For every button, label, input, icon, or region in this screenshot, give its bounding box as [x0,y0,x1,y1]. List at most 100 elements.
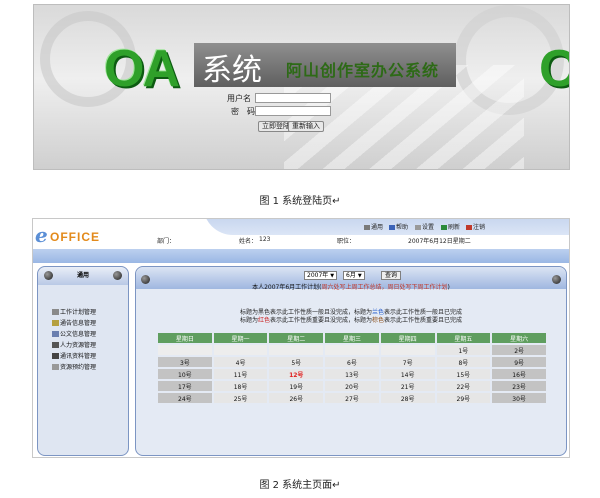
help-icon [389,225,395,230]
eoffice-logo-text: OFFICE [50,230,100,244]
dept-label: 部门： [157,238,176,245]
documents-icon [52,331,59,337]
calendar-header-row: 星期日 星期一 星期二 星期三 星期四 星期五 星期六 [158,333,546,343]
calendar-empty-cell [269,345,324,355]
calendar-day-cell[interactable]: 30号 [492,393,546,403]
calendar-day-cell[interactable]: 1号 [436,345,491,355]
calendar-header-cell: 星期四 [380,333,435,343]
calendar-day-cell[interactable]: 3号 [158,357,212,367]
calendar-day-cell[interactable]: 14号 [380,369,435,379]
eoffice-logo-e: e [35,223,48,247]
calendar-day-cell[interactable]: 24号 [158,393,212,403]
calendar-day-cell[interactable]: 17号 [158,381,212,391]
name-label: 姓名： [239,238,258,245]
system-title: 系统 [202,53,262,88]
calendar-empty-cell [325,345,379,355]
calendar-week-row: 3号 4号 5号 6号 7号 8号 9号 [158,357,546,367]
sidebar-item-booking[interactable]: 资源预约管理 [52,362,96,371]
sidebar-ball-right-icon [113,271,122,280]
sidebar-item-work-plan[interactable]: 工作计划管理 [52,307,96,316]
calendar-day-cell[interactable]: 29号 [436,393,491,403]
hr-icon [52,342,59,348]
calendar-day-cell[interactable]: 9号 [492,357,546,367]
sidebar-item-contacts[interactable]: 通讯资料管理 [52,351,96,360]
toolbar-logout[interactable]: 注销 [466,222,485,231]
notice-icon [52,320,59,326]
calendar-header-cell: 星期二 [269,333,324,343]
booking-icon [52,364,59,370]
calendar-day-cell[interactable]: 12号 [269,369,324,379]
username-label: 用户名 [227,94,251,103]
calendar-week-row: 1号 2号 [158,345,546,355]
calendar-day-cell[interactable]: 26号 [269,393,324,403]
figure2-caption: 图 2 系统主页面↵ [259,480,341,491]
header-divider-bar [33,249,569,263]
current-date: 2007年6月12日星期二 [408,238,471,245]
password-input[interactable] [255,106,331,116]
contacts-icon [52,353,59,359]
calendar-empty-cell [158,345,212,355]
refresh-icon [441,225,447,230]
sidebar-item-notice[interactable]: 通告信息管理 [52,318,96,327]
month-select[interactable]: 6月 ▼ [343,271,365,280]
main-page-screenshot: e OFFICE 通用 帮助 设置 刷新 注销 部门： 姓名： 123 职位： … [32,218,570,458]
calendar-day-cell[interactable]: 6号 [325,357,379,367]
figure1-caption: 图 1 系统登陆页↵ [259,196,341,207]
calendar-week-row: 17号 18号 19号 20号 21号 22号 23号 [158,381,546,391]
calendar-day-cell[interactable]: 20号 [325,381,379,391]
toolbar-help[interactable]: 帮助 [389,222,408,231]
username-input[interactable] [255,93,331,103]
calendar-day-cell[interactable]: 4号 [213,357,268,367]
sidebar-item-hr[interactable]: 人力资源管理 [52,340,96,349]
toolbar-general[interactable]: 通用 [364,222,383,231]
calendar-day-cell[interactable]: 25号 [213,393,268,403]
login-page-screenshot: OA O 系统 阿山创作室办公系统 用户名 密 码 立即登陆 重新输入 [33,4,570,170]
calendar-header-cell: 星期三 [325,333,379,343]
sidebar-ball-left-icon [44,271,53,280]
calendar-week-row: 24号 25号 26号 27号 28号 29号 30号 [158,393,546,403]
sidebar-item-documents[interactable]: 公文信息管理 [52,329,96,338]
calendar-day-cell[interactable]: 22号 [436,381,491,391]
plan-line: 本人2007年6月工作计划(周六处写上周工作总结，周日处写下周工作计划) [252,284,450,291]
general-icon [364,225,370,230]
calendar-day-cell[interactable]: 28号 [380,393,435,403]
calendar-day-cell[interactable]: 10号 [158,369,212,379]
calendar-day-cell[interactable]: 16号 [492,369,546,379]
calendar-day-cell[interactable]: 23号 [492,381,546,391]
sidebar-panel: 通用 工作计划管理 通告信息管理 公文信息管理 人力资源管理 通讯资料管理 资源… [37,266,129,456]
calendar-header-cell: 星期六 [492,333,546,343]
calendar-empty-cell [213,345,268,355]
calendar-empty-cell [380,345,435,355]
calendar-day-cell[interactable]: 15号 [436,369,491,379]
calendar-day-cell[interactable]: 8号 [436,357,491,367]
work-plan-icon [52,309,59,315]
toolbar-refresh[interactable]: 刷新 [441,222,460,231]
app-header: e OFFICE 通用 帮助 设置 刷新 注销 部门： 姓名： 123 职位： … [33,219,569,249]
calendar-week-row: 10号 11号 12号 13号 14号 15号 16号 [158,369,546,379]
calendar-day-cell[interactable]: 11号 [213,369,268,379]
oa-logo: OA [104,40,180,98]
legend-line-2: 标题为红色表示此工作性质重要且没完成，标题为棕色表示此工作性质重要且已完成 [239,317,463,324]
company-name: 阿山创作室办公系统 [286,61,440,80]
calendar-day-cell[interactable]: 27号 [325,393,379,403]
reset-button[interactable]: 重新输入 [288,121,324,132]
header-swoosh [203,219,569,235]
calendar-day-cell[interactable]: 2号 [492,345,546,355]
calendar-header-cell: 星期五 [436,333,491,343]
calendar-day-cell[interactable]: 7号 [380,357,435,367]
calendar-header-cell: 星期日 [158,333,212,343]
oa-logo-partial: O [539,39,569,99]
year-select[interactable]: 2007年 ▼ [304,271,338,280]
calendar-day-cell[interactable]: 21号 [380,381,435,391]
calendar-day-cell[interactable]: 18号 [213,381,268,391]
calendar-day-cell[interactable]: 5号 [269,357,324,367]
position-label: 职位： [337,238,356,245]
calendar-day-cell[interactable]: 13号 [325,369,379,379]
calendar-day-cell[interactable]: 19号 [269,381,324,391]
calendar-table: 星期日 星期一 星期二 星期三 星期四 星期五 星期六 1号 2号 3号 4号 5号 6号 7号 8号 9号… [156,331,548,405]
name-value: 123 [259,236,271,243]
toolbar-settings[interactable]: 设置 [415,222,434,231]
query-button[interactable]: 查询 [381,271,402,280]
logout-icon [466,225,472,230]
calendar-header-cell: 星期一 [213,333,268,343]
